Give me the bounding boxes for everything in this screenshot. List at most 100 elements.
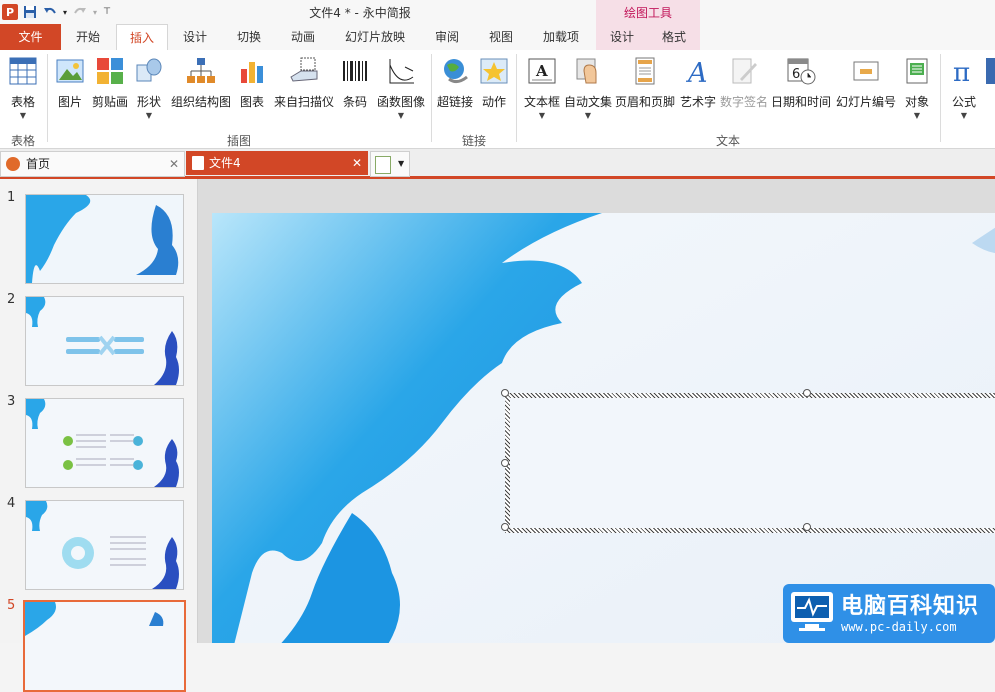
svg-text:A: A [535,62,548,80]
group-divider [516,54,517,142]
action-icon [479,56,509,86]
doc-tab-home[interactable]: 首页 ✕ [0,151,185,177]
chevron-down-icon: ▼ [19,111,27,120]
insert-function-graph-button[interactable]: 函数图像 ▼ [376,54,426,128]
insert-org-chart-button[interactable]: 组织结构图 [170,54,232,128]
formula-icon: π [949,56,979,86]
current-slide-canvas[interactable] [212,213,995,643]
table-icon [8,56,38,86]
insert-action-button[interactable]: 动作 [478,54,510,128]
slide-thumbnail-2[interactable] [25,296,184,386]
chart-icon [237,56,267,86]
wordart-icon: A [683,56,713,86]
chevron-down-icon: ▼ [538,111,546,120]
insert-digital-signature-button[interactable]: 数字签名 [720,54,768,128]
tab-transition[interactable]: 切换 [224,24,274,50]
barcode-icon [340,56,370,86]
resize-handle[interactable] [501,459,509,467]
hyperlink-icon [440,56,470,86]
tab-slideshow[interactable]: 幻灯片放映 [332,24,418,50]
org-chart-icon [186,56,216,86]
group-label-links: 链接 [461,134,486,148]
ribbon-insert: 表格 ▼ 图片 剪贴画 形状 ▼ 组织结构图 图表 来自扫描仪 条码 函数图像 … [0,50,995,149]
tab-addins[interactable]: 加载项 [530,24,592,50]
watermark-title: 电脑百科知识 [841,594,980,619]
resize-handle[interactable] [501,523,509,531]
insert-header-footer-button[interactable]: 页眉和页脚 [614,54,676,128]
resize-handle[interactable] [803,523,811,531]
close-icon[interactable]: ✕ [169,152,179,176]
chevron-down-icon: ▼ [145,111,153,120]
group-label-text: 文本 [715,134,740,148]
chevron-down-icon: ▼ [960,111,968,120]
slide-thumbnail-4[interactable] [25,500,184,590]
slide-thumbnail-3[interactable] [25,398,184,488]
resize-handle[interactable] [803,389,811,397]
tab-tool-design[interactable]: 设计 [596,24,648,50]
group-label-table: 表格 [10,134,35,148]
svg-text:π: π [953,58,970,85]
insert-date-time-button[interactable]: 6 日期和时间 [770,54,832,128]
more-symbols-icon[interactable] [986,58,995,84]
shapes-icon [134,56,164,86]
chevron-down-icon[interactable]: ▼ [398,152,404,176]
insert-from-scanner-button[interactable]: 来自扫描仪 [272,54,336,128]
scanner-icon [289,56,319,86]
resize-handle[interactable] [501,389,509,397]
insert-slide-number-button[interactable]: 幻灯片编号 [834,54,898,128]
title-bar: P ▾ ▾ ⊤ 文件4 * - 永中简报 [0,0,995,24]
slide-number: 2 [7,292,16,307]
insert-hyperlink-button[interactable]: 超链接 [436,54,474,128]
insert-shapes-button[interactable]: 形状 ▼ [134,54,164,128]
presentation-file-icon [192,156,204,170]
autotext-icon [573,56,603,86]
function-graph-icon [386,56,416,86]
insert-wordart-button[interactable]: A 艺术字 [678,54,718,128]
insert-object-button[interactable]: 对象 ▼ [900,54,934,128]
slide-number-icon [851,56,881,86]
watermark-logo: 电脑百科知识 www.pc-daily.com [783,584,995,643]
drawing-tools-header: 绘图工具 [596,0,700,26]
tab-animation[interactable]: 动画 [278,24,328,50]
close-icon[interactable]: ✕ [352,151,362,175]
insert-chart-button[interactable]: 图表 [236,54,268,128]
tab-view[interactable]: 视图 [476,24,526,50]
picture-icon [55,56,85,86]
digital-signature-icon [729,56,759,86]
group-divider [47,54,48,142]
tab-home[interactable]: 开始 [62,24,114,50]
insert-picture-button[interactable]: 图片 [54,54,86,128]
insert-barcode-button[interactable]: 条码 [340,54,370,128]
tab-design[interactable]: 设计 [170,24,220,50]
slide-thumbnail-1[interactable] [25,194,184,284]
slide-thumbnail-5[interactable] [23,600,186,692]
new-document-button[interactable]: ▼ [370,151,410,177]
clipart-icon [95,56,125,86]
watermark-url: www.pc-daily.com [841,620,957,634]
tab-insert[interactable]: 插入 [116,24,168,51]
insert-clipart-button[interactable]: 剪贴画 [90,54,130,128]
new-document-icon [375,156,391,174]
group-divider [940,54,941,142]
tab-review[interactable]: 审阅 [422,24,472,50]
slide-thumbnail-panel[interactable]: 1 2 3 4 5 [0,179,198,692]
insert-formula-button[interactable]: π 公式 ▼ [946,54,982,128]
chevron-down-icon: ▼ [584,111,592,120]
insert-autotext-button[interactable]: 自动文集 ▼ [564,54,612,128]
textbox-icon: A [527,56,557,86]
insert-table-button[interactable]: 表格 ▼ [4,54,42,128]
slide-editor[interactable] [198,179,995,643]
slide-number: 1 [7,190,16,205]
slide-number: 4 [7,496,16,511]
date-time-icon: 6 [786,56,816,86]
header-footer-icon [630,56,660,86]
tab-file[interactable]: 文件 [0,24,61,50]
slide-number: 3 [7,394,16,409]
text-placeholder-box[interactable] [501,389,995,533]
chevron-down-icon: ▼ [397,111,405,120]
insert-textbox-button[interactable]: A 文本框 ▼ [522,54,562,128]
object-icon [902,56,932,86]
doc-tab-file[interactable]: 文件4 ✕ [186,151,368,175]
tab-tool-format[interactable]: 格式 [648,24,700,50]
document-tabs: 首页 ✕ 文件4 ✕ ▼ [0,149,995,179]
